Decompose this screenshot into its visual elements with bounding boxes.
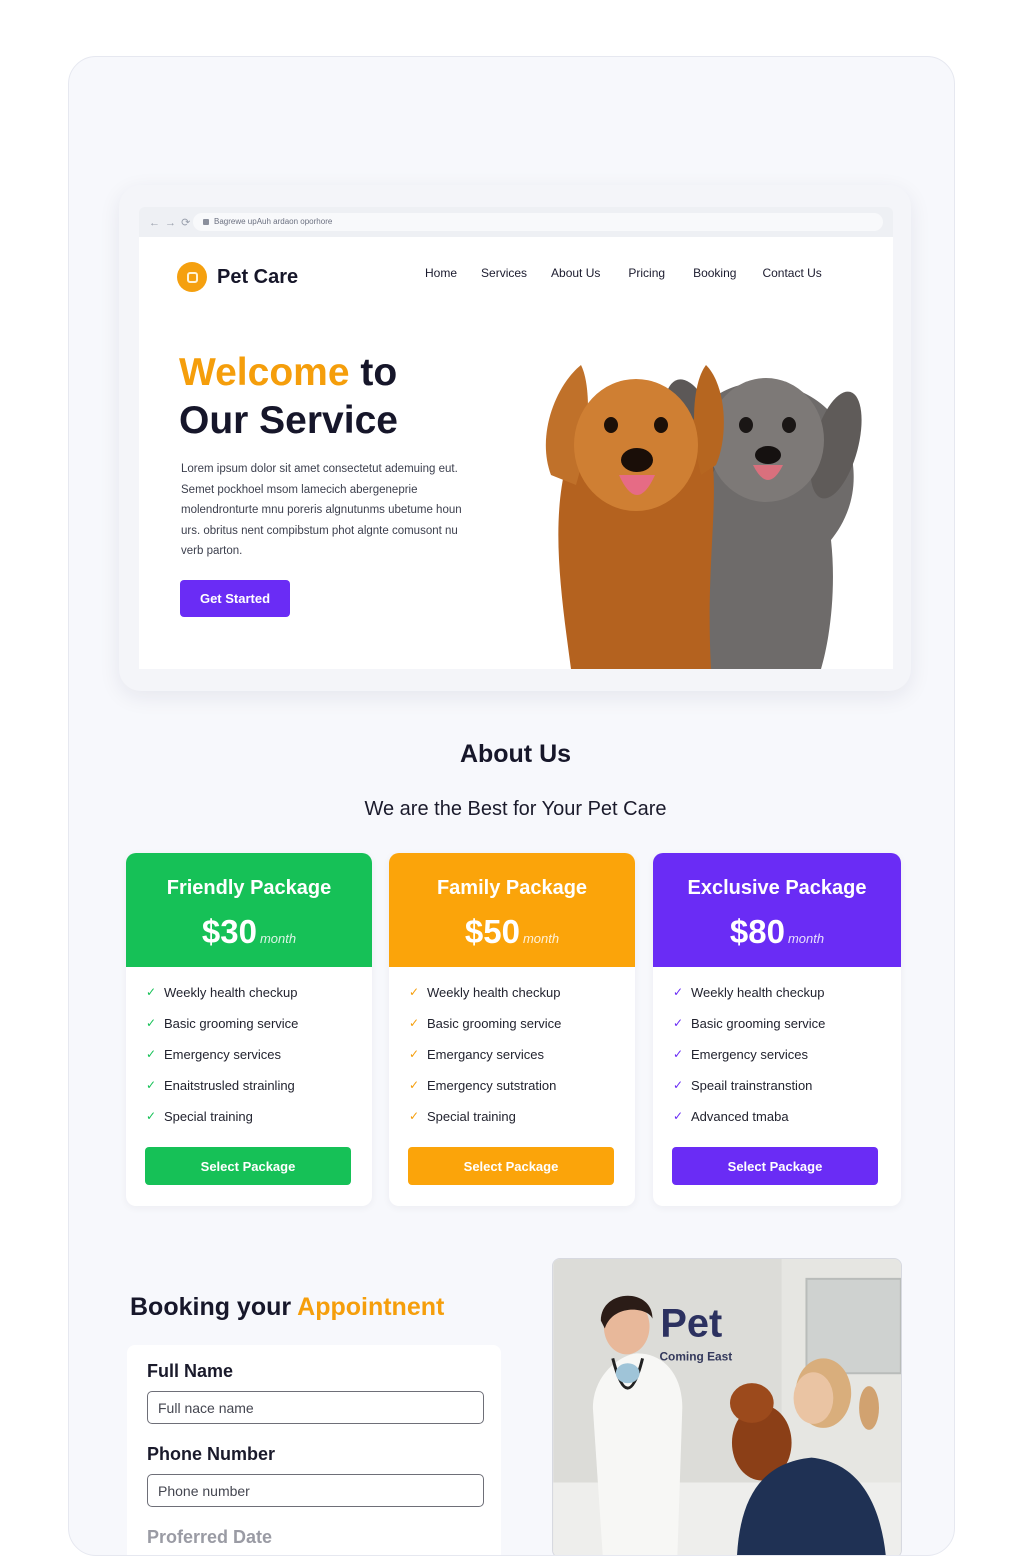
- about-subtitle: We are the Best for Your Pet Care: [69, 798, 955, 821]
- package-period: month: [260, 931, 296, 946]
- browser-viewport: Pet Care Home Services About Us Pricing …: [139, 237, 893, 669]
- package-price: $50: [465, 913, 520, 951]
- check-icon: ✓: [409, 1109, 427, 1123]
- main-nav: Home Services About Us Pricing Booking C…: [425, 266, 846, 280]
- check-icon: ✓: [409, 1047, 427, 1061]
- preferred-date-label: Proferred Date: [147, 1527, 501, 1556]
- clinic-sign-title: Pet: [660, 1301, 722, 1345]
- feature-item: ✓Basic grooming service: [673, 1016, 901, 1047]
- dogs-photo: [531, 325, 871, 669]
- feature-list: ✓Weekly health checkup ✓Basic grooming s…: [126, 967, 372, 1140]
- feature-item: ✓Basic grooming service: [146, 1016, 372, 1047]
- phone-number-input[interactable]: [147, 1474, 484, 1507]
- package-header: Family Package $50month: [389, 853, 635, 967]
- browser-nav-arrows-icon[interactable]: ← → ⟳: [149, 216, 191, 229]
- check-icon: ✓: [673, 1078, 691, 1092]
- package-price: $80: [730, 913, 785, 951]
- select-package-button[interactable]: Select Package: [408, 1147, 614, 1185]
- package-card-friendly: Friendly Package $30month ✓Weekly health…: [126, 853, 372, 1206]
- package-name: Exclusive Package: [653, 877, 901, 900]
- hero-title-rest: to: [350, 351, 398, 394]
- check-icon: ✓: [673, 1109, 691, 1123]
- brand-name: Pet Care: [217, 266, 298, 289]
- url-text: Bagrewe upAuh ardaon oporhore: [214, 217, 332, 226]
- feature-item: ✓Basic grooming service: [409, 1016, 635, 1047]
- feature-item: ✓Special training: [146, 1109, 372, 1140]
- site-logo[interactable]: Pet Care: [177, 262, 298, 292]
- feature-item: ✓Weekly health checkup: [409, 985, 635, 1016]
- golden-dog-illustration: [546, 365, 724, 669]
- nav-contact-us[interactable]: Contact Us: [762, 266, 821, 280]
- check-icon: ✓: [409, 1078, 427, 1092]
- nav-services[interactable]: Services: [481, 266, 527, 280]
- check-icon: ✓: [146, 1109, 164, 1123]
- check-icon: ✓: [409, 985, 427, 999]
- hero-title-line2: Our Service: [179, 399, 398, 442]
- select-package-button[interactable]: Select Package: [145, 1147, 351, 1185]
- page-card: ← → ⟳ Bagrewe upAuh ardaon oporhore Pet …: [68, 56, 955, 1556]
- full-name-input[interactable]: [147, 1391, 484, 1424]
- phone-number-label: Phone Number: [147, 1444, 501, 1474]
- package-card-exclusive: Exclusive Package $80month ✓Weekly healt…: [653, 853, 901, 1206]
- check-icon: ✓: [146, 1078, 164, 1092]
- booking-title-accent: Appointnent: [297, 1293, 444, 1321]
- check-icon: ✓: [146, 985, 164, 999]
- nav-pricing[interactable]: Pricing: [628, 266, 665, 280]
- full-name-label: Full Name: [147, 1361, 501, 1391]
- feature-item: ✓Emergency services: [146, 1047, 372, 1078]
- feature-item: ✓Special training: [409, 1109, 635, 1140]
- nav-home[interactable]: Home: [425, 266, 457, 280]
- nav-booking[interactable]: Booking: [693, 266, 736, 280]
- feature-item: ✓Weekly health checkup: [146, 985, 372, 1016]
- package-card-family: Family Package $50month ✓Weekly health c…: [389, 853, 635, 1206]
- check-icon: ✓: [146, 1016, 164, 1030]
- package-header: Exclusive Package $80month: [653, 853, 901, 967]
- feature-list: ✓Weekly health checkup ✓Basic grooming s…: [389, 967, 635, 1140]
- feature-list: ✓Weekly health checkup ✓Basic grooming s…: [653, 967, 901, 1140]
- feature-item: ✓Speail trainstranstion: [673, 1078, 901, 1109]
- feature-item: ✓Emergancy services: [409, 1047, 635, 1078]
- address-bar[interactable]: Bagrewe upAuh ardaon oporhore: [193, 213, 883, 231]
- package-period: month: [788, 931, 824, 946]
- package-period: month: [523, 931, 559, 946]
- booking-title-start: Booking your: [130, 1293, 297, 1321]
- feature-item: ✓Enaitstrusled strainling: [146, 1078, 372, 1109]
- package-name: Friendly Package: [126, 877, 372, 900]
- feature-item: ✓Advanced tmaba: [673, 1109, 901, 1140]
- hero-title-accent: Welcome: [179, 351, 350, 394]
- booking-form: Full Name Phone Number Proferred Date: [127, 1345, 501, 1556]
- nav-about-us[interactable]: About Us: [551, 266, 600, 280]
- package-price: $30: [202, 913, 257, 951]
- package-name: Family Package: [389, 877, 635, 900]
- booking-title: Booking your Appointnent: [130, 1293, 444, 1322]
- check-icon: ✓: [146, 1047, 164, 1061]
- package-header: Friendly Package $30month: [126, 853, 372, 967]
- check-icon: ✓: [673, 985, 691, 999]
- select-package-button[interactable]: Select Package: [672, 1147, 878, 1185]
- hero-title: Welcome to Our Service: [179, 349, 398, 445]
- clinic-sign-subtitle: Coming East: [659, 1349, 732, 1363]
- feature-item: ✓Emergency services: [673, 1047, 901, 1078]
- feature-item: ✓Weekly health checkup: [673, 985, 901, 1016]
- browser-window: ← → ⟳ Bagrewe upAuh ardaon oporhore Pet …: [119, 185, 911, 691]
- hero-description: Lorem ipsum dolor sit amet consectetut a…: [181, 459, 471, 562]
- check-icon: ✓: [673, 1016, 691, 1030]
- check-icon: ✓: [673, 1047, 691, 1061]
- about-title: About Us: [69, 740, 955, 769]
- lock-icon: [203, 219, 209, 225]
- paw-logo-icon: [177, 262, 207, 292]
- feature-item: ✓Emergency sutstration: [409, 1078, 635, 1109]
- vet-clinic-photo: Pet Coming East: [552, 1258, 902, 1556]
- browser-toolbar: ← → ⟳ Bagrewe upAuh ardaon oporhore: [139, 207, 893, 237]
- check-icon: ✓: [409, 1016, 427, 1030]
- get-started-button[interactable]: Get Started: [180, 580, 290, 617]
